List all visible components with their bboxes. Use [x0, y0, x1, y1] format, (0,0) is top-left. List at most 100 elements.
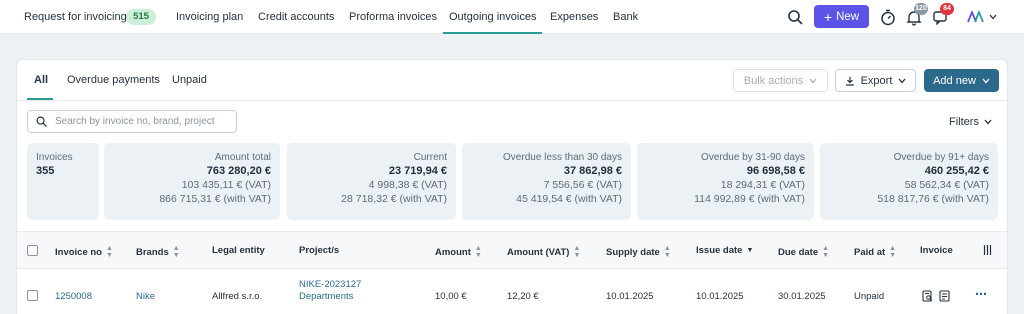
invoice-document-icon[interactable] — [939, 290, 950, 305]
column-header-paid-at[interactable]: Paid at ▲ ▼ — [854, 245, 896, 259]
messages-badge: 84 — [940, 3, 954, 15]
search-icon[interactable] — [786, 8, 804, 26]
stat-with-vat: 45 419,54 € (with VAT) — [516, 193, 622, 205]
stat-current: Current 23 719,94 € 4 998,38 € (VAT) 28 … — [287, 143, 456, 220]
amount-value: 10,00 € — [435, 291, 467, 302]
stat-vat: 7 556,56 € (VAT) — [543, 179, 622, 191]
issue-date-value: 10.01.2025 — [696, 291, 744, 302]
column-header-invoice-no[interactable]: Invoice no ▲ ▼ — [55, 245, 113, 259]
column-header-issue-date[interactable]: Issue date ▼ — [696, 245, 753, 256]
stat-overdue-under-30: Overdue less than 30 days 37 862,98 € 7 … — [462, 143, 631, 220]
column-header-projects: Project/s — [299, 245, 339, 256]
column-header-amount[interactable]: Amount ▲ ▼ — [435, 245, 482, 259]
stat-value: 460 255,42 € — [924, 165, 989, 177]
column-label: Supply date — [606, 246, 660, 258]
stopwatch-icon[interactable] — [879, 8, 897, 26]
export-label: Export — [860, 74, 893, 87]
sort-icon: ▲ ▼ — [474, 245, 482, 259]
stat-amount-total: Amount total 763 280,20 € 103 435,11 € (… — [104, 143, 280, 220]
row-checkbox[interactable] — [27, 290, 38, 301]
column-header-due-date[interactable]: Due date ▲ ▼ — [778, 245, 829, 259]
tab-label: All — [34, 74, 49, 86]
stat-vat: 103 435,11 € (VAT) — [181, 179, 271, 191]
legal-entity: Allfred s.r.o. — [212, 291, 263, 302]
invoice-number-link[interactable]: 1250008 — [55, 291, 92, 302]
notifications-badge: 120 — [914, 3, 928, 15]
stat-value: 763 280,20 € — [206, 165, 271, 177]
column-label: Amount (VAT) — [507, 246, 570, 258]
project-code-link[interactable]: NIKE-2023127 — [299, 279, 361, 290]
brand-link[interactable]: Nike — [136, 291, 155, 302]
stat-with-vat: 28 718,32 € (with VAT) — [341, 193, 447, 205]
filters-toggle[interactable]: Filters — [949, 116, 992, 128]
stat-value: 96 698,58 € — [746, 165, 805, 177]
nav-outgoing-invoices[interactable]: Outgoing invoices — [442, 0, 543, 34]
table-row[interactable]: 1250008 Nike Allfred s.r.o. NIKE-2023127… — [17, 270, 1007, 314]
nav-label: Credit accounts — [258, 11, 335, 23]
invoice-preview-icon[interactable] — [922, 290, 933, 305]
new-button-label: New — [836, 10, 860, 23]
account-logo-icon[interactable] — [967, 10, 985, 24]
stat-vat: 18 294,31 € (VAT) — [720, 179, 805, 191]
paid-at-value: Unpaid — [854, 291, 885, 302]
column-header-amount-vat[interactable]: Amount (VAT) ▲ ▼ — [507, 245, 580, 259]
more-actions-icon[interactable]: ⋯ — [975, 287, 987, 301]
sort-icon: ▲ ▼ — [172, 245, 180, 259]
stat-with-vat: 518 817,76 € (with VAT) — [877, 193, 989, 205]
sort-icon: ▲ ▼ — [822, 245, 830, 259]
column-header-supply-date[interactable]: Supply date ▲ ▼ — [606, 245, 671, 259]
plus-icon: + — [823, 8, 833, 25]
nav-expenses[interactable]: Expenses — [550, 0, 598, 34]
bulk-actions-button[interactable]: Bulk actions — [733, 69, 828, 92]
nav-request-for-invoicing[interactable]: Request for invoicing — [24, 0, 127, 34]
select-all-checkbox[interactable] — [27, 245, 38, 256]
stat-label: Overdue by 91+ days — [893, 152, 989, 163]
stat-overdue-31-90: Overdue by 31-90 days 96 698,58 € 18 294… — [637, 143, 814, 220]
search-icon — [36, 116, 47, 127]
column-header-legal-entity: Legal entity — [212, 245, 265, 256]
column-header-invoice: Invoice — [920, 245, 953, 256]
stat-vat: 4 998,38 € (VAT) — [368, 179, 447, 191]
add-new-button[interactable]: Add new — [924, 69, 999, 92]
tabs-divider — [17, 100, 1007, 101]
chevron-down-icon[interactable] — [988, 12, 998, 22]
new-button[interactable]: + New — [814, 5, 869, 28]
sort-icon: ▲ ▼ — [663, 245, 671, 259]
export-button[interactable]: Export — [835, 69, 916, 92]
bulk-actions-label: Bulk actions — [743, 74, 804, 87]
nav-invoicing-plan[interactable]: Invoicing plan — [176, 0, 243, 34]
request-count-badge: 515 — [126, 9, 156, 25]
column-label: Legal entity — [212, 245, 265, 256]
column-label: Brands — [136, 246, 169, 258]
nav-label: Bank — [613, 11, 639, 23]
add-new-label: Add new — [933, 74, 976, 87]
amount-vat-value: 12,20 € — [507, 291, 539, 302]
stat-label: Overdue less than 30 days — [503, 152, 622, 163]
column-label: Paid at — [854, 246, 886, 258]
due-date-value: 30.01.2025 — [778, 291, 826, 302]
tab-all[interactable]: All — [34, 74, 48, 86]
stat-value: 355 — [36, 165, 55, 177]
nav-label: Proforma invoices — [349, 11, 438, 23]
column-header-brands[interactable]: Brands ▲ ▼ — [136, 245, 180, 259]
tab-overdue-payments[interactable]: Overdue payments — [67, 74, 160, 86]
chevron-down-icon — [984, 119, 992, 125]
nav-credit-accounts[interactable]: Credit accounts — [258, 0, 334, 34]
stat-value: 37 862,98 € — [563, 165, 622, 177]
chevron-down-icon — [809, 78, 817, 83]
tab-label: Unpaid — [172, 74, 207, 86]
project-name-link[interactable]: Departments — [299, 291, 353, 302]
tab-unpaid[interactable]: Unpaid — [172, 74, 207, 86]
search-input[interactable] — [55, 116, 225, 127]
chevron-down-icon — [898, 78, 906, 83]
nav-bank[interactable]: Bank — [613, 0, 638, 34]
nav-label: Invoicing plan — [176, 11, 244, 23]
stat-vat: 58 562,34 € (VAT) — [904, 179, 989, 191]
table-header: Invoice no ▲ ▼ Brands ▲ ▼ Legal entity Proje… — [17, 231, 1007, 269]
column-label: Invoice no — [55, 246, 102, 258]
column-settings-icon[interactable] — [983, 245, 992, 255]
nav-label: Outgoing invoices — [449, 11, 537, 23]
nav-proforma-invoices[interactable]: Proforma invoices — [349, 0, 437, 34]
stat-label: Invoices — [36, 152, 73, 163]
stat-label: Current — [413, 152, 447, 163]
